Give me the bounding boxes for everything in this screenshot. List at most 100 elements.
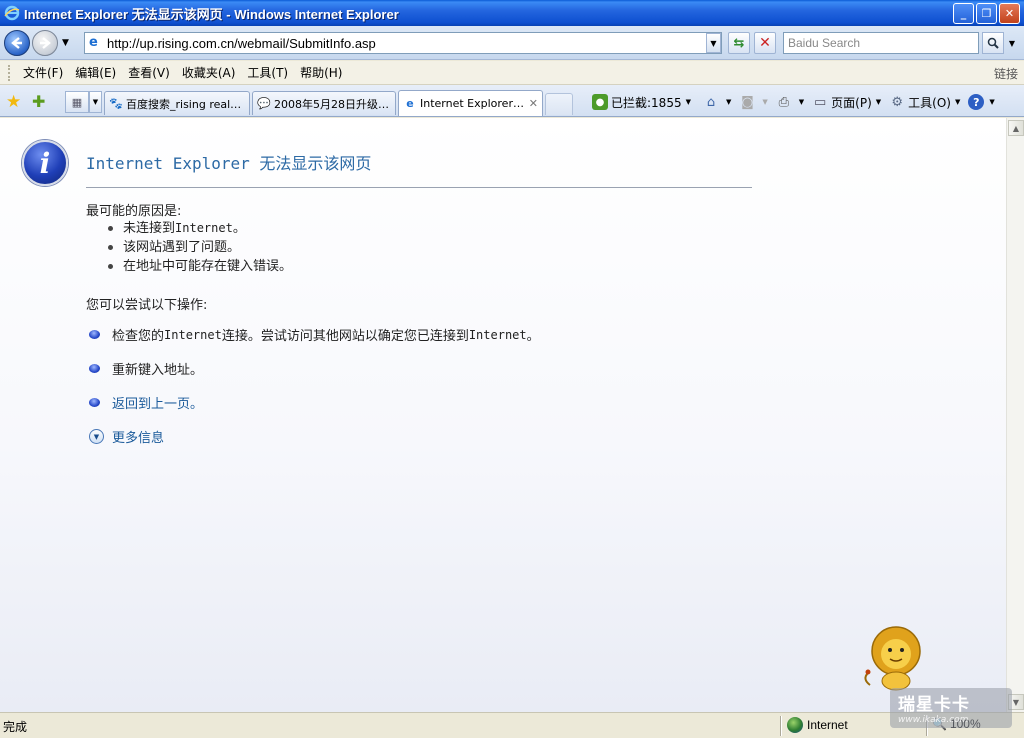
reason-text-end: 。 bbox=[232, 221, 246, 236]
ie-icon bbox=[4, 5, 20, 21]
tab-current-error[interactable]: e Internet Explorer … ✕ bbox=[398, 90, 543, 116]
home-button[interactable]: ⌂ ▼ bbox=[703, 94, 732, 110]
back-link[interactable]: 返回到上一页。 bbox=[89, 393, 203, 412]
ie-page-icon: e bbox=[89, 35, 98, 50]
maximize-button[interactable]: ❐ bbox=[976, 3, 997, 24]
paw-icon: 🐾 bbox=[109, 97, 123, 110]
try-heading: 您可以尝试以下操作: bbox=[86, 298, 208, 313]
list-item: 该网站遇到了问题。 bbox=[108, 238, 292, 257]
menu-edit[interactable]: 编辑(E) bbox=[69, 64, 122, 81]
add-favorite-icon[interactable]: ✚ bbox=[32, 92, 45, 111]
search-icon bbox=[987, 37, 999, 49]
globe-icon bbox=[787, 717, 803, 733]
address-field[interactable]: e http://up.rising.com.cn/webmail/Submit… bbox=[84, 32, 722, 54]
status-text: 完成 bbox=[3, 720, 28, 734]
tab-label: 百度搜索_rising realti… bbox=[126, 97, 245, 111]
list-item: 在地址中可能存在键入错误。 bbox=[108, 257, 292, 276]
printer-icon: ⎙ bbox=[778, 94, 789, 110]
action-text: 重新键入地址。 bbox=[112, 363, 204, 378]
favorites-center-icon[interactable]: ★ bbox=[6, 92, 21, 112]
chevron-down-icon: ▼ bbox=[762, 98, 768, 106]
tab-bar: ★ ✚ ▦ ▼ 🐾 百度搜索_rising realti… 💬 2008年5月2… bbox=[0, 85, 1024, 117]
page-menu-label: 页面(P) bbox=[831, 95, 872, 110]
window-title: Internet Explorer 无法显示该网页 - Windows Inte… bbox=[24, 6, 399, 22]
reasons-list: 未连接到 Internet。 该网站遇到了问题。 在地址中可能存在键入错误。 bbox=[108, 219, 292, 276]
action-check-connection: 检查您的 Internet 连接。尝试访问其他网站以确定您已连接到 Intern… bbox=[89, 325, 540, 344]
reasons-heading: 最可能的原因是: bbox=[86, 204, 182, 219]
divider bbox=[86, 187, 752, 188]
quick-tabs-button[interactable]: ▦ bbox=[65, 91, 89, 113]
tab-close-icon[interactable]: ✕ bbox=[525, 97, 538, 110]
refresh-button[interactable]: ⇆ bbox=[728, 32, 750, 54]
tab-label: 2008年5月28日升级… bbox=[274, 97, 389, 111]
help-button[interactable]: ? ▼ bbox=[968, 94, 995, 110]
security-zone[interactable]: Internet bbox=[787, 717, 848, 733]
tab-upgrade-notice[interactable]: 💬 2008年5月28日升级… bbox=[252, 91, 396, 115]
status-bar: 完成 Internet 🔍 100% bbox=[0, 712, 1024, 738]
vertical-scrollbar[interactable]: ▲ ▼ bbox=[1006, 118, 1024, 712]
more-info-toggle[interactable]: ▼ 更多信息 bbox=[89, 427, 164, 446]
search-button[interactable] bbox=[982, 32, 1004, 54]
back-link-text[interactable]: 返回到上一页。 bbox=[112, 393, 203, 412]
tools-menu-label: 工具(O) bbox=[908, 95, 951, 110]
command-bar: ● 已拦截:1855 ▼ ⌂ ▼ ◙ ▼ ⎙ ▼ ▭ 页面(P) ▼ ⚙ 工具(… bbox=[592, 91, 1003, 113]
tab-baidu[interactable]: 🐾 百度搜索_rising realti… bbox=[104, 91, 250, 115]
refresh-icon: ⇆ bbox=[733, 35, 745, 51]
page-icon: ▭ bbox=[814, 94, 827, 110]
menu-tools[interactable]: 工具(T) bbox=[241, 64, 294, 81]
forward-button[interactable] bbox=[32, 30, 58, 56]
close-button[interactable]: ✕ bbox=[999, 3, 1020, 24]
scroll-up-button[interactable]: ▲ bbox=[1008, 120, 1024, 136]
action-text-mono: Internet bbox=[468, 327, 527, 342]
reason-text: 该网站遇到了问题。 bbox=[123, 240, 241, 255]
divider bbox=[780, 716, 782, 736]
zone-label: Internet bbox=[807, 718, 848, 732]
chevron-down-icon: ▼ bbox=[954, 98, 961, 106]
blocked-count: 已拦截:1855 bbox=[611, 95, 682, 110]
new-tab-button[interactable] bbox=[545, 93, 573, 115]
menu-file[interactable]: 文件(F) bbox=[17, 64, 69, 81]
search-input[interactable]: Baidu Search bbox=[783, 32, 979, 54]
page-menu-button[interactable]: ▭ 页面(P) ▼ bbox=[812, 94, 881, 111]
feeds-button[interactable]: ◙ ▼ bbox=[739, 94, 768, 110]
page-content: i Internet Explorer 无法显示该网页 最可能的原因是: 未连接… bbox=[0, 118, 1006, 712]
chevron-down-icon: ▼ bbox=[875, 98, 882, 106]
error-title: Internet Explorer 无法显示该网页 bbox=[86, 154, 372, 173]
rss-feed-icon: ◙ bbox=[741, 94, 754, 110]
stop-button[interactable]: ✕ bbox=[754, 32, 776, 54]
address-url[interactable]: http://up.rising.com.cn/webmail/SubmitIn… bbox=[107, 36, 376, 51]
shield-blocker-icon: ● bbox=[592, 94, 608, 110]
reason-text: 在地址中可能存在键入错误。 bbox=[123, 259, 293, 274]
menu-view[interactable]: 查看(V) bbox=[122, 64, 176, 81]
reason-text: 未连接到 bbox=[123, 221, 176, 236]
chevron-down-icon: ▼ bbox=[989, 98, 995, 106]
chevron-down-icon[interactable]: ▼ bbox=[89, 429, 104, 444]
watermark-logo: 瑞星卡卡 www.ikaka.com bbox=[890, 688, 1012, 728]
links-toolbar[interactable]: 链接 bbox=[994, 65, 1018, 82]
back-button[interactable] bbox=[4, 30, 30, 56]
ie-page-icon: e bbox=[406, 97, 414, 110]
action-text: 检查您的 bbox=[112, 329, 165, 344]
recent-pages-dropdown[interactable]: ▼ bbox=[62, 38, 69, 48]
menu-help[interactable]: 帮助(H) bbox=[294, 64, 348, 81]
print-button[interactable]: ⎙ ▼ bbox=[776, 94, 805, 110]
action-retype-address: 重新键入地址。 bbox=[89, 359, 203, 378]
back-arrow-icon bbox=[11, 37, 22, 49]
more-info-link[interactable]: 更多信息 bbox=[112, 427, 164, 446]
action-text-mono: Internet bbox=[164, 327, 222, 342]
blue-bullet-icon bbox=[89, 364, 100, 373]
tools-menu-button[interactable]: ⚙ 工具(O) ▼ bbox=[889, 94, 960, 111]
search-options-dropdown[interactable]: ▼ bbox=[1005, 32, 1019, 54]
bullet-icon bbox=[108, 264, 113, 269]
tab-list-dropdown[interactable]: ▼ bbox=[89, 91, 102, 113]
list-item: 未连接到 Internet。 bbox=[108, 219, 292, 238]
help-icon: ? bbox=[968, 94, 985, 110]
grid-icon: ▦ bbox=[71, 95, 83, 109]
bullet-icon bbox=[108, 226, 113, 231]
toolbar-grip[interactable] bbox=[8, 64, 11, 81]
address-dropdown-button[interactable]: ▼ bbox=[706, 33, 721, 53]
popup-blocker-button[interactable]: ● 已拦截:1855 ▼ bbox=[592, 94, 691, 111]
blue-bullet-icon bbox=[89, 398, 100, 407]
minimize-button[interactable]: _ bbox=[953, 3, 974, 24]
menu-favorites[interactable]: 收藏夹(A) bbox=[176, 64, 242, 81]
